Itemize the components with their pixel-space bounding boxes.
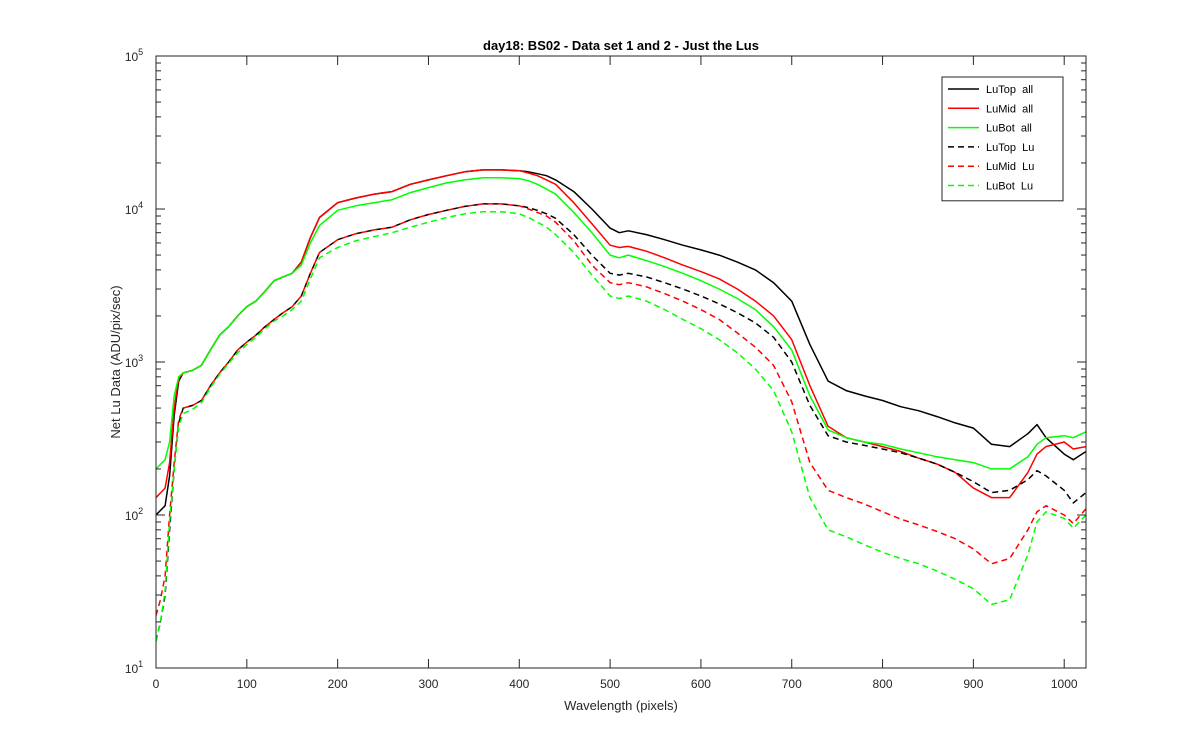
legend-label: LuBot Lu	[986, 181, 1033, 193]
x-axis-label: Wavelength (pixels)	[564, 698, 678, 713]
x-tick-label: 500	[600, 677, 620, 691]
x-tick-label: 700	[782, 677, 802, 691]
legend-label: LuTop Lu	[986, 142, 1034, 154]
legend-label: LuMid Lu	[986, 161, 1034, 173]
legend: LuTop all LuMid all LuBot all LuTop Lu LuMid…	[941, 76, 1064, 202]
x-tick-label: 200	[328, 677, 348, 691]
x-tick-label: 1000	[1051, 677, 1078, 691]
y-axis-label: Net Lu Data (ADU/pix/sec)	[108, 285, 123, 438]
x-tick-label: 300	[418, 677, 438, 691]
legend-label: LuMid all	[986, 103, 1033, 115]
x-tick-label: 800	[873, 677, 893, 691]
x-tick-label: 400	[509, 677, 529, 691]
x-tick-label: 600	[691, 677, 711, 691]
chart-title: day18: BS02 - Data set 1 and 2 - Just th…	[483, 38, 759, 53]
x-tick-label: 100	[237, 677, 257, 691]
legend-label: LuBot all	[986, 123, 1032, 135]
x-tick-label: 900	[963, 677, 983, 691]
chart: 0 100 200 300 400 500 600 700 800 900 1000 1011021…	[0, 0, 1200, 750]
x-tick-label: 0	[153, 677, 160, 691]
legend-label: LuTop all	[986, 84, 1033, 96]
